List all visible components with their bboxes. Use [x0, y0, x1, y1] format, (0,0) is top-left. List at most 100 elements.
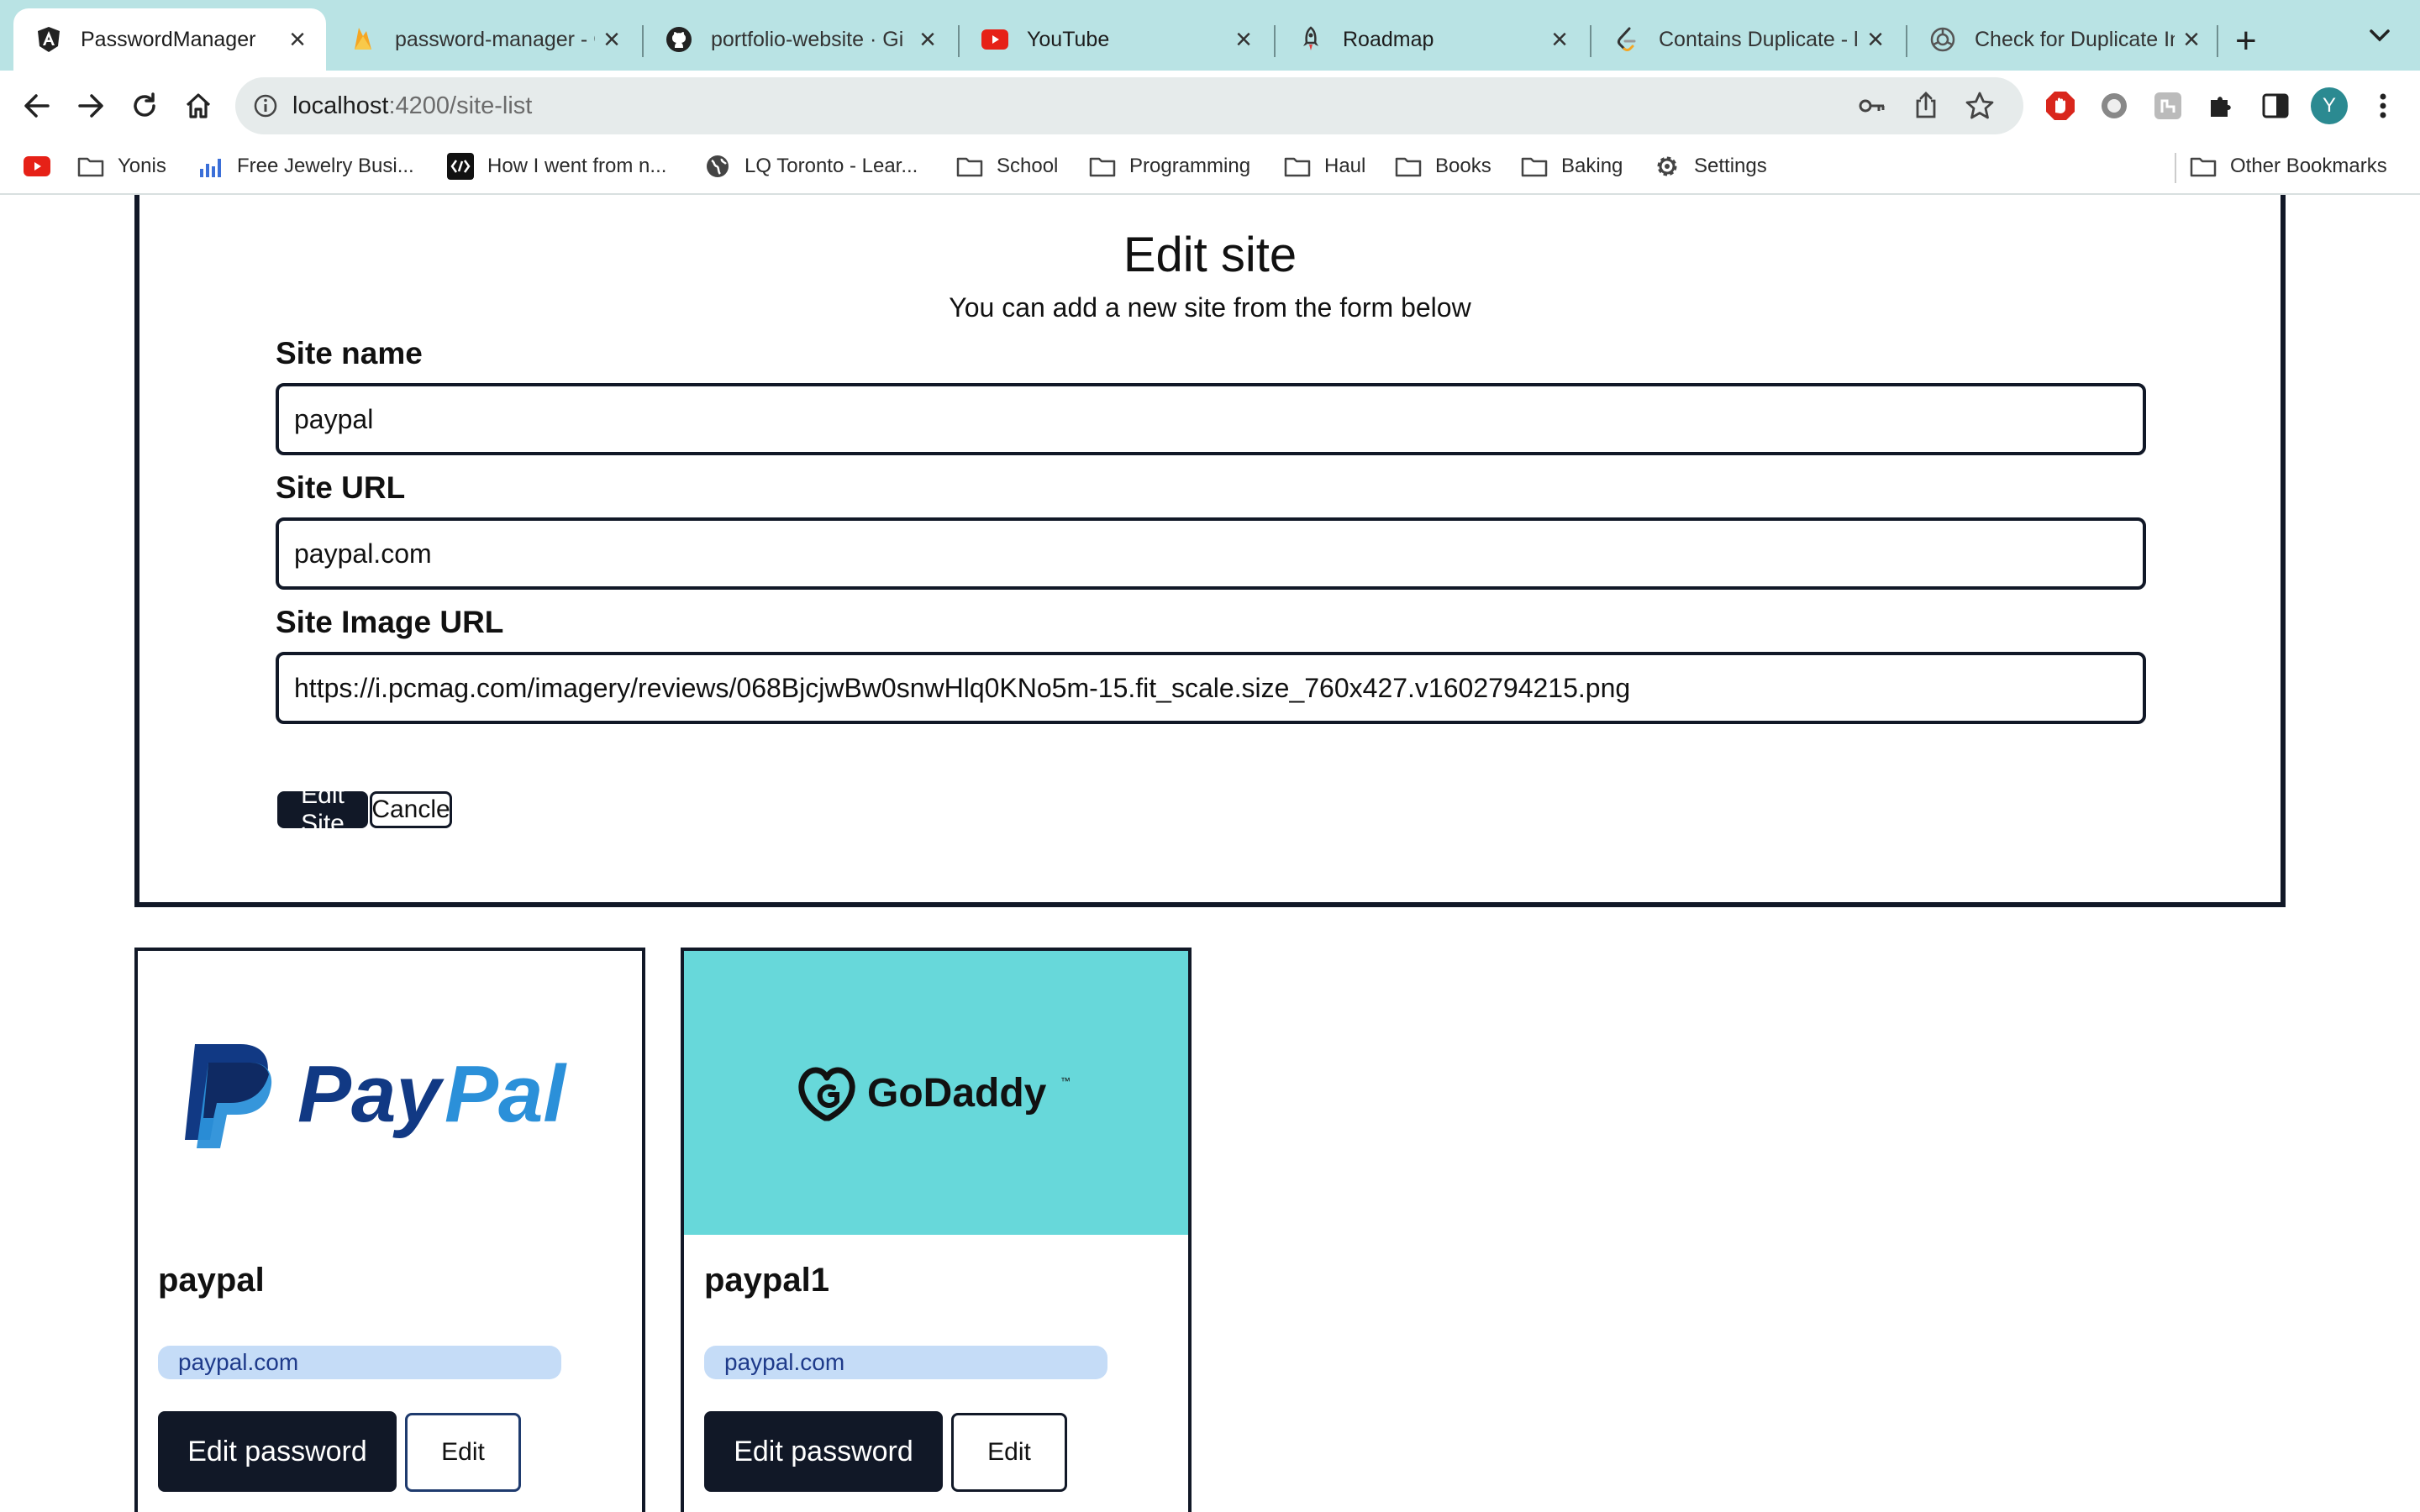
tab-title: PasswordManager [81, 27, 256, 51]
reload-icon[interactable] [124, 86, 165, 126]
home-icon[interactable] [178, 86, 218, 126]
tab-contains-duplicate[interactable]: Contains Duplicate - l × [1591, 8, 1904, 71]
paypal-logo-pal: Pal [445, 1049, 567, 1139]
bookmark-youtube[interactable] [24, 153, 50, 180]
tab-portfolio-website[interactable]: portfolio-website · Gi × [644, 8, 956, 71]
bookmark-label: Programming [1129, 155, 1251, 177]
tab-search-chevron-icon[interactable] [2368, 22, 2391, 50]
site-card-title: paypal1 [704, 1262, 829, 1299]
close-icon[interactable]: × [911, 24, 944, 56]
site-url-badge: paypal.com [704, 1346, 1107, 1379]
bookmark-folder-baking[interactable]: Baking [1521, 153, 1623, 180]
forward-arrow-icon[interactable] [71, 86, 111, 126]
close-icon[interactable]: × [1859, 24, 1892, 56]
site-name-label: Site name [276, 336, 423, 370]
address-bar[interactable]: localhost:4200/site-list [235, 77, 2023, 134]
bookmark-folder-yonis[interactable]: Yonis [77, 153, 166, 180]
tab-roadmap[interactable]: Roadmap × [1276, 8, 1588, 71]
folder-icon [1284, 153, 1311, 180]
browser-chrome: PasswordManager × password-manager - Gi … [0, 0, 2420, 195]
cancel-button[interactable]: Cancle [370, 791, 452, 828]
gear-icon [1654, 153, 1681, 180]
puzzle-icon[interactable] [2202, 86, 2242, 126]
tab-check-for-duplicate[interactable]: Check for Duplicate In × [1907, 8, 2220, 71]
bookmark-free-jewelry[interactable]: Free Jewelry Busi... [197, 153, 414, 180]
firebase-icon [350, 26, 376, 53]
site-info-icon[interactable] [252, 92, 279, 123]
bookmarks-bar: Yonis Free Jewelry Busi... How I went fr… [0, 141, 2420, 195]
bookmarks-separator [2175, 153, 2176, 183]
bookmark-settings[interactable]: Settings [1654, 153, 1767, 180]
star-icon[interactable] [1965, 91, 1995, 125]
back-arrow-icon[interactable] [17, 86, 57, 126]
github-icon [666, 26, 692, 53]
profile-avatar[interactable]: Y [2309, 86, 2349, 126]
godaddy-wordmark: GoDaddy [867, 1071, 1047, 1116]
edit-password-button[interactable]: Edit password [704, 1411, 943, 1492]
bookmark-how-i-went[interactable]: How I went from n... [447, 153, 666, 180]
globe-icon [704, 153, 731, 180]
brackets-icon [447, 153, 474, 180]
folder-icon [1089, 153, 1116, 180]
bookmark-lq-toronto[interactable]: LQ Toronto - Lear... [704, 153, 918, 180]
bookmark-folder-haul[interactable]: Haul [1284, 153, 1365, 180]
bookmark-label: School [997, 155, 1059, 177]
tab-password-manager-github[interactable]: password-manager - Gi × [328, 8, 640, 71]
bookmark-other-bookmarks[interactable]: Other Bookmarks [2190, 153, 2387, 180]
key-icon[interactable] [1857, 91, 1887, 125]
bookmark-folder-books[interactable]: Books [1395, 153, 1491, 180]
edit-site-button[interactable]: Edit Site [277, 781, 368, 837]
close-icon[interactable]: × [1227, 24, 1260, 56]
site-card: Pay Pal paypal paypal.com Edit password … [134, 948, 645, 1512]
site-image: GoDaddy ™ [684, 951, 1188, 1235]
adblock-icon[interactable] [2040, 86, 2081, 126]
bookmark-label: LQ Toronto - Lear... [744, 155, 918, 177]
godaddy-logo: GoDaddy ™ [798, 1067, 1071, 1121]
site-image-url-label: Site Image URL [276, 605, 504, 639]
close-icon[interactable]: × [595, 24, 629, 56]
edit-site-card-button[interactable]: Edit [405, 1413, 521, 1492]
bookmark-label: Baking [1561, 155, 1623, 177]
share-icon[interactable] [1911, 91, 1941, 125]
godaddy-trademark: ™ [1060, 1075, 1071, 1087]
site-url-badge: paypal.com [158, 1346, 561, 1379]
youtube-icon [981, 26, 1008, 53]
site-name-input[interactable] [276, 383, 2146, 455]
extension-square-icon[interactable] [2148, 86, 2188, 126]
tab-title: Check for Duplicate In [1975, 27, 2175, 51]
bookmark-folder-school[interactable]: School [956, 153, 1058, 180]
folder-icon [77, 153, 104, 180]
rocket-icon [1297, 26, 1324, 53]
page-title: Edit site [1123, 228, 1297, 282]
folder-icon [1395, 153, 1422, 180]
edit-site-form: Edit site You can add a new site from th… [134, 195, 2286, 907]
folder-icon [956, 153, 983, 180]
close-icon[interactable]: × [281, 24, 314, 56]
side-panel-icon[interactable] [2255, 86, 2296, 126]
youtube-icon [24, 153, 50, 180]
url-text[interactable]: localhost:4200/site-list [292, 92, 532, 120]
new-tab-button[interactable]: + [2235, 20, 2257, 62]
folder-icon [1521, 153, 1548, 180]
bookmark-label: Yonis [118, 155, 166, 177]
site-image: Pay Pal [138, 951, 642, 1235]
form-subtitle: You can add a new site from the form bel… [949, 292, 1471, 323]
tab-youtube[interactable]: YouTube × [960, 8, 1272, 71]
paypal-logo: Pay Pal [185, 1044, 567, 1148]
close-icon[interactable]: × [2175, 24, 2208, 56]
tab-strip: PasswordManager × password-manager - Gi … [0, 0, 2420, 71]
tab-title: portfolio-website · Gi [711, 27, 904, 51]
tab-title: password-manager - Gi [395, 27, 595, 51]
close-icon[interactable]: × [1543, 24, 1576, 56]
page-content: Edit site You can add a new site from th… [0, 195, 2420, 1512]
url-host: localhost [292, 92, 389, 119]
tab-passwordmanager[interactable]: PasswordManager × [13, 8, 326, 71]
edit-password-button[interactable]: Edit password [158, 1411, 397, 1492]
tab-separator [2217, 25, 2218, 57]
site-image-url-input[interactable] [276, 652, 2146, 724]
extension-circle-icon[interactable] [2094, 86, 2134, 126]
bookmark-folder-programming[interactable]: Programming [1089, 153, 1250, 180]
more-menu-icon[interactable] [2363, 86, 2403, 126]
edit-site-card-button[interactable]: Edit [951, 1413, 1067, 1492]
site-url-input[interactable] [276, 517, 2146, 590]
